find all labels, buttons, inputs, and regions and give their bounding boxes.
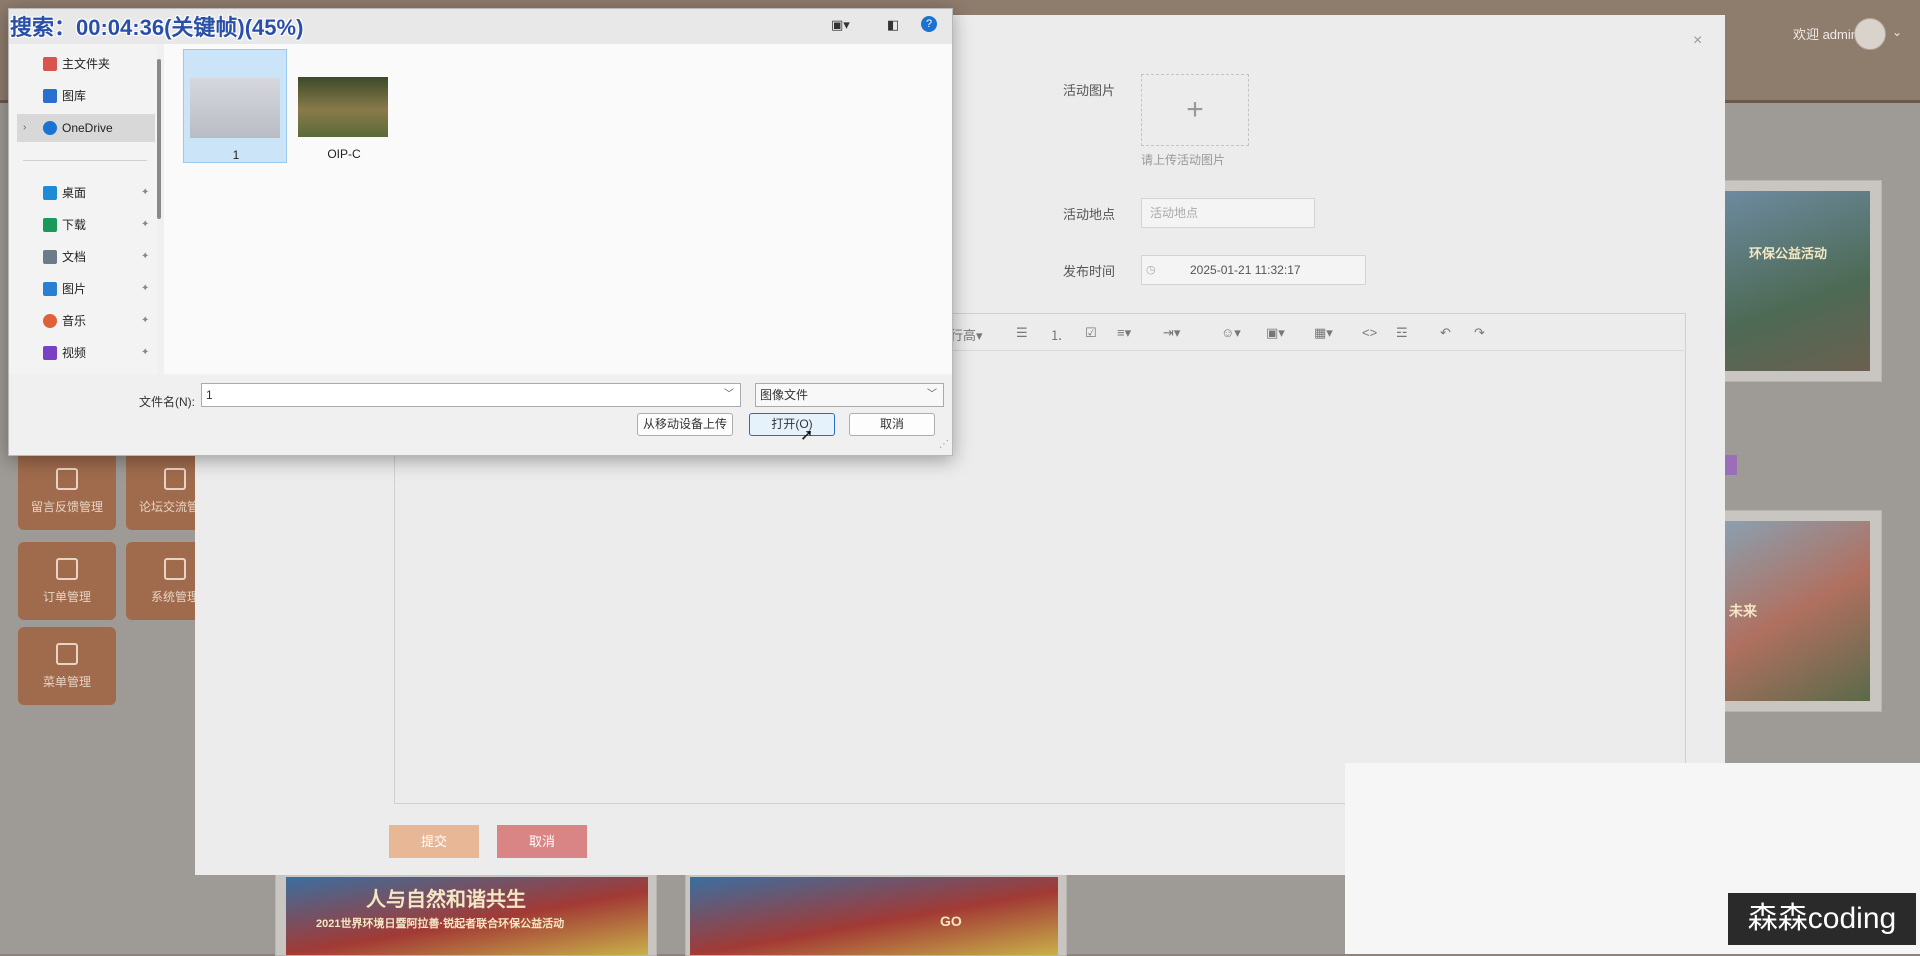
activity-photo: 环保公益活动 bbox=[1725, 191, 1870, 371]
nav-item-music[interactable]: 音乐 ✦ bbox=[17, 307, 155, 335]
image-icon[interactable]: ▣▾ bbox=[1266, 325, 1285, 341]
tile-orders[interactable]: 订单管理 bbox=[18, 542, 116, 620]
nav-scrollbar[interactable] bbox=[157, 59, 161, 219]
cancel-button[interactable]: 取消 bbox=[497, 825, 587, 858]
filename-label: 文件名(N): bbox=[139, 395, 195, 409]
grid-icon bbox=[164, 468, 186, 490]
pin-icon: ✦ bbox=[141, 187, 150, 198]
toolbar-line-height[interactable]: 行高▾ bbox=[950, 325, 983, 344]
pin-icon: ✦ bbox=[141, 219, 150, 230]
book-icon bbox=[164, 558, 186, 580]
todo-icon[interactable]: ☑ bbox=[1085, 325, 1097, 341]
upload-from-mobile-button[interactable]: 从移动设备上传 bbox=[637, 413, 733, 436]
watermark: 森森coding bbox=[1728, 893, 1916, 945]
location-label: 活动地点 bbox=[1063, 207, 1116, 222]
emoji-icon[interactable]: ☺▾ bbox=[1221, 325, 1241, 341]
nav-item-desktop[interactable]: 桌面 ✦ bbox=[17, 179, 155, 207]
nav-divider bbox=[23, 160, 147, 161]
filename-input[interactable]: 1 ﹀ bbox=[201, 383, 741, 407]
gallery-icon bbox=[43, 89, 57, 103]
desktop-icon bbox=[43, 186, 57, 200]
activity-card[interactable]: GO bbox=[685, 870, 1067, 956]
bullet-list-icon[interactable]: ☰ bbox=[1016, 325, 1028, 341]
nav-item-pictures[interactable]: 图片 ✦ bbox=[17, 275, 155, 303]
pin-icon: ✦ bbox=[141, 347, 150, 358]
activity-photo: GO bbox=[690, 877, 1058, 955]
file-thumbnail bbox=[298, 77, 388, 137]
clock-icon: ◷ bbox=[1146, 264, 1156, 276]
chevron-right-icon[interactable]: › bbox=[23, 114, 26, 142]
pin-icon: ✦ bbox=[141, 283, 150, 294]
numbered-list-icon[interactable]: ⒈ bbox=[1050, 325, 1063, 344]
activity-card[interactable]: 环保公益活动 bbox=[1710, 180, 1882, 382]
welcome-text: 欢迎 admin bbox=[1792, 27, 1858, 42]
location-input[interactable]: 活动地点 bbox=[1141, 198, 1315, 228]
image-label: 活动图片 bbox=[1063, 83, 1116, 98]
tile-feedback[interactable]: 留言反馈管理 bbox=[18, 452, 116, 530]
file-thumbnail bbox=[190, 78, 280, 138]
table-icon[interactable]: ▦▾ bbox=[1314, 325, 1333, 341]
chevron-down-icon[interactable]: ﹀ bbox=[724, 384, 734, 406]
tag-badge bbox=[1723, 455, 1737, 475]
open-button[interactable]: 打开(O) bbox=[749, 413, 835, 436]
file-item[interactable]: OIP-C bbox=[292, 49, 396, 163]
cloud-icon bbox=[43, 121, 57, 135]
plus-icon: + bbox=[1186, 93, 1204, 126]
nav-item-documents[interactable]: 文档 ✦ bbox=[17, 243, 155, 271]
chevron-down-icon[interactable]: ⌄ bbox=[1892, 25, 1902, 39]
nav-item-gallery[interactable]: 图库 bbox=[17, 82, 155, 110]
video-icon bbox=[43, 346, 57, 360]
resize-grip[interactable]: ⋰ bbox=[939, 439, 949, 450]
home-icon bbox=[43, 57, 57, 71]
nav-item-downloads[interactable]: 下载 ✦ bbox=[17, 211, 155, 239]
document-icon bbox=[43, 250, 57, 264]
pin-icon: ✦ bbox=[141, 315, 150, 326]
activity-card[interactable]: 人与自然和谐共生 2021世界环境日暨阿拉善·锐起者联合环保公益活动 bbox=[275, 870, 657, 956]
time-input[interactable]: ◷ 2025-01-21 11:32:17 bbox=[1141, 255, 1366, 285]
preview-pane-icon[interactable]: ◧ bbox=[887, 17, 899, 33]
music-icon bbox=[43, 314, 57, 328]
activity-photo: 人与自然和谐共生 2021世界环境日暨阿拉善·锐起者联合环保公益活动 bbox=[286, 877, 648, 955]
image-hint: 请上传活动图片 bbox=[1141, 153, 1226, 167]
activity-photo: 未来 bbox=[1725, 521, 1870, 701]
pin-icon: ✦ bbox=[141, 251, 150, 262]
divider-icon[interactable]: ☲ bbox=[1396, 325, 1408, 341]
filetype-select[interactable]: 图像文件 ﹀ bbox=[755, 383, 944, 407]
search-status-overlay: 搜索：00:04:36(关键帧)(45%) bbox=[10, 15, 304, 40]
code-icon[interactable]: <> bbox=[1362, 325, 1377, 340]
nav-item-onedrive[interactable]: › OneDrive bbox=[17, 114, 155, 142]
activity-card[interactable]: 未来 bbox=[1710, 510, 1882, 712]
chevron-down-icon: ﹀ bbox=[927, 389, 937, 400]
pictures-icon bbox=[43, 282, 57, 296]
redo-icon[interactable]: ↷ bbox=[1474, 325, 1485, 341]
help-icon[interactable]: ? bbox=[921, 16, 937, 32]
compass-icon bbox=[56, 468, 78, 490]
undo-icon[interactable]: ↶ bbox=[1440, 325, 1451, 341]
align-icon[interactable]: ≡▾ bbox=[1117, 325, 1131, 341]
nav-item-videos[interactable]: 视频 ✦ bbox=[17, 339, 155, 367]
dialog-cancel-button[interactable]: 取消 bbox=[849, 413, 935, 436]
list-icon bbox=[56, 643, 78, 665]
nav-item-home[interactable]: 主文件夹 bbox=[17, 50, 155, 78]
indent-icon[interactable]: ⇥▾ bbox=[1163, 325, 1180, 341]
grid-icon bbox=[56, 558, 78, 580]
file-item[interactable]: 1 bbox=[183, 49, 287, 163]
close-icon[interactable]: × bbox=[1693, 32, 1702, 50]
image-upload[interactable]: + bbox=[1141, 74, 1249, 146]
time-label: 发布时间 bbox=[1063, 264, 1116, 279]
submit-button[interactable]: 提交 bbox=[389, 825, 479, 858]
mouse-cursor: ➚ bbox=[800, 427, 814, 444]
file-open-dialog: ▣▾ ◧ ? 主文件夹 图库 › OneDrive 桌面 ✦ 下载 ✦ 文档 ✦ 图片 ✦… bbox=[8, 8, 953, 456]
tile-menu[interactable]: 菜单管理 bbox=[18, 627, 116, 705]
view-layout-icon[interactable]: ▣▾ bbox=[831, 17, 850, 33]
avatar[interactable] bbox=[1854, 18, 1886, 50]
download-icon bbox=[43, 218, 57, 232]
